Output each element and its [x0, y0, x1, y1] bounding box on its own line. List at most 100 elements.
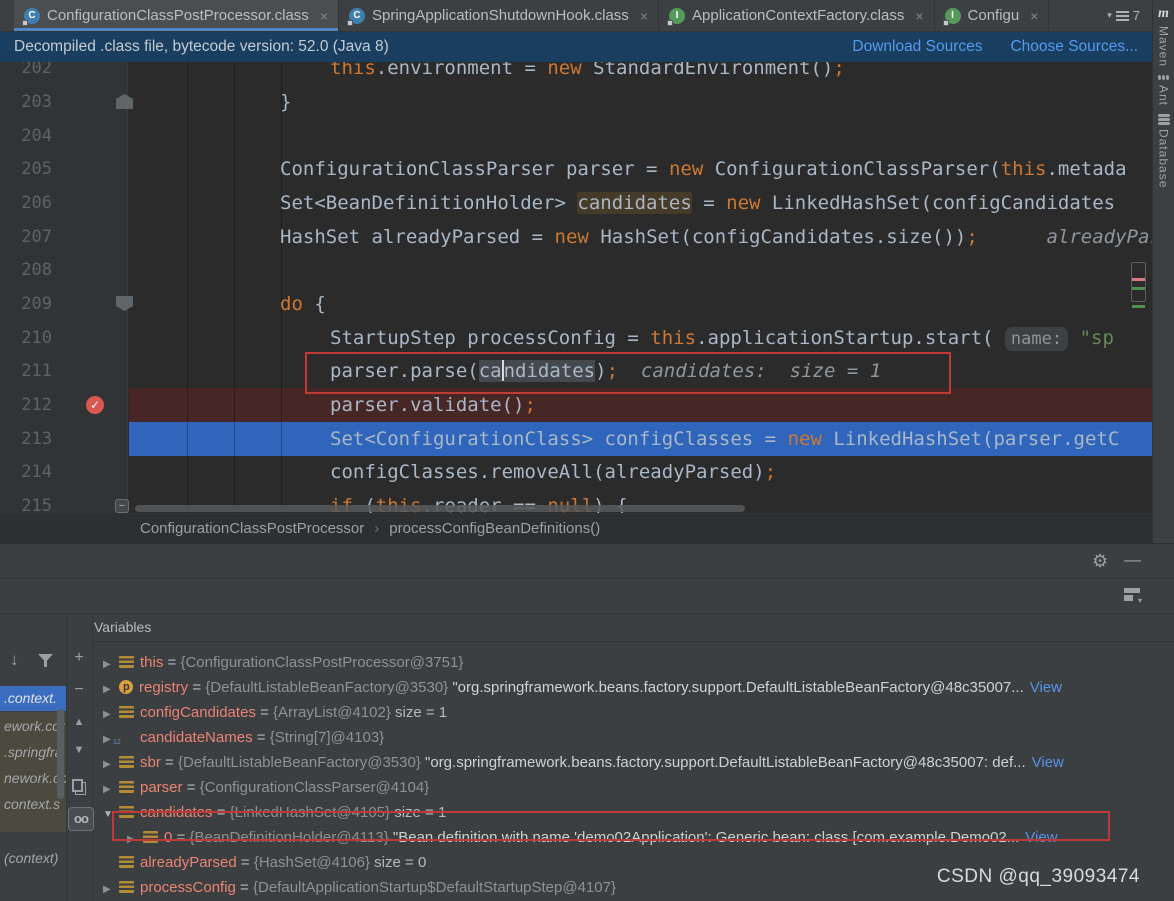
editor-tab[interactable]: CSpringApplicationShutdownHook.class×	[339, 0, 659, 31]
hidden-tabs-button[interactable]: ▾ 7	[1095, 0, 1152, 31]
equals-separator: =	[256, 704, 273, 721]
variable-row[interactable]: ▶registry = {DefaultListableBeanFactory@…	[92, 675, 1174, 700]
equals-separator: =	[161, 754, 178, 771]
horizontal-scrollbar[interactable]	[135, 505, 745, 512]
view-link[interactable]: View	[1032, 754, 1064, 771]
variable-reference: {DefaultListableBeanFactory@3530}	[205, 679, 452, 696]
variable-icon	[119, 656, 134, 668]
editor-tab[interactable]: IConfigu×	[935, 0, 1050, 31]
breadcrumb-method[interactable]: processConfigBeanDefinitions()	[389, 520, 600, 537]
chevron-right-icon[interactable]: ▶	[103, 752, 117, 775]
view-link[interactable]: View	[1030, 679, 1062, 696]
indent-guide	[187, 62, 188, 513]
layout-settings-icon[interactable]: ▾	[1124, 588, 1140, 601]
equals-separator: =	[183, 779, 200, 796]
variable-row[interactable]: ▶candidateNames = {String[7]@4103}	[92, 725, 1174, 750]
tree-indent	[103, 852, 117, 875]
annotation-box-parse-line	[305, 352, 951, 394]
choose-sources-link[interactable]: Choose Sources...	[1010, 38, 1138, 56]
code-line[interactable]: StartupStep processConfig = this.applica…	[330, 321, 1114, 355]
line-number: 205	[0, 152, 52, 186]
variable-name: candidateNames	[140, 729, 253, 746]
debug-panel: ⚙ — ▾ Variables ↓ .context.ework.cor.spr…	[0, 543, 1174, 901]
tab-variables[interactable]: Variables	[94, 619, 151, 635]
equals-separator: =	[163, 654, 180, 671]
variable-row[interactable]: ▶this = {ConfigurationClassPostProcessor…	[92, 650, 1174, 675]
tab-list-icon	[1116, 11, 1129, 21]
editor-tab[interactable]: IApplicationContextFactory.class×	[659, 0, 935, 31]
variable-name: configCandidates	[140, 704, 256, 721]
line-number: 203	[0, 85, 52, 119]
line-number: 208	[0, 253, 52, 287]
equals-separator: =	[237, 854, 254, 871]
chevron-right-icon[interactable]: ▶	[103, 702, 117, 725]
chevron-right-icon[interactable]: ▶	[103, 677, 117, 700]
line-number: 207	[0, 220, 52, 254]
chevron-right-icon[interactable]: ▶	[103, 652, 117, 675]
close-icon[interactable]: ×	[320, 8, 328, 24]
frames-scrollbar[interactable]	[57, 709, 64, 799]
code-line[interactable]: }	[280, 85, 291, 119]
line-number: 206	[0, 186, 52, 220]
variable-reference: {ConfigurationClassParser@4104}	[200, 779, 430, 796]
move-up-button[interactable]: ▲	[66, 716, 92, 728]
breadcrumb-class[interactable]: ConfigurationClassPostProcessor	[140, 520, 364, 537]
code-line[interactable]: HashSet alreadyParsed = new HashSet(conf…	[280, 220, 1152, 254]
line-number: 213	[0, 422, 52, 456]
variable-name: registry	[139, 679, 188, 696]
error-stripe-mark	[1132, 278, 1145, 281]
watermark: CSDN @qq_39093474	[937, 866, 1140, 888]
interface-file-icon: I	[669, 8, 685, 24]
close-icon[interactable]: ×	[915, 8, 923, 24]
code-line[interactable]: do {	[280, 287, 326, 321]
variable-string-value: "org.springframework.beans.factory.suppo…	[452, 679, 1023, 696]
stack-frame-item[interactable]: (context)	[0, 846, 66, 871]
variable-reference: {DefaultListableBeanFactory@3530}	[178, 754, 425, 771]
tool-button-maven[interactable]: m Maven	[1157, 6, 1171, 67]
code-line[interactable]: ConfigurationClassParser parser = new Co…	[280, 152, 1127, 186]
chevron-right-icon[interactable]: ▶	[103, 877, 117, 900]
variable-reference: {HashSet@4106}	[254, 854, 374, 871]
show-watches-toggle[interactable]: oo	[68, 807, 94, 831]
code-line[interactable]: this.environment = new StandardEnvironme…	[330, 62, 845, 85]
minimize-icon[interactable]: —	[1124, 550, 1141, 570]
line-number: 210	[0, 321, 52, 355]
move-down-button[interactable]: ▼	[66, 744, 92, 756]
collapse-fold-icon[interactable]: −	[115, 499, 129, 513]
line-number: 212	[0, 388, 52, 422]
code-line[interactable]: configClasses.removeAll(alreadyParsed);	[330, 455, 776, 489]
code-editor[interactable]: 202this.environment = new StandardEnviro…	[0, 62, 1152, 513]
filter-icon[interactable]	[38, 654, 53, 667]
database-icon	[1158, 114, 1170, 125]
tool-button-ant[interactable]: Ant	[1157, 75, 1171, 106]
sort-frames-icon[interactable]: ↓	[10, 650, 19, 670]
variable-reference: {DefaultApplicationStartup$DefaultStartu…	[253, 879, 616, 896]
gear-icon[interactable]: ⚙	[1092, 551, 1108, 572]
breakpoint-icon[interactable]: ✓	[86, 396, 104, 414]
variable-icon	[119, 706, 134, 718]
stack-frame-item[interactable]: .context.	[0, 686, 66, 711]
breadcrumb-separator-icon: ›	[374, 520, 379, 537]
variable-row[interactable]: ▶parser = {ConfigurationClassParser@4104…	[92, 775, 1174, 800]
add-watch-button[interactable]: +	[66, 649, 92, 667]
duplicate-watch-icon[interactable]	[72, 779, 83, 792]
editor-tab[interactable]: CConfigurationClassPostProcessor.class×	[14, 0, 339, 31]
variable-row[interactable]: ▶sbr = {DefaultListableBeanFactory@3530}…	[92, 750, 1174, 775]
variable-row[interactable]: ▶configCandidates = {ArrayList@4102} siz…	[92, 700, 1174, 725]
interface-file-icon: I	[945, 8, 961, 24]
chevron-right-icon[interactable]: ▶	[103, 777, 117, 800]
variable-string-value: "org.springframework.beans.factory.suppo…	[425, 754, 1026, 771]
variable-icon	[119, 781, 134, 793]
tool-button-database[interactable]: Database	[1157, 114, 1171, 188]
variable-name: alreadyParsed	[140, 854, 237, 871]
vertical-scrollbar-thumb[interactable]	[1131, 262, 1146, 302]
indent-guide	[234, 62, 235, 513]
decompiler-notification-bar: Decompiled .class file, bytecode version…	[0, 32, 1152, 62]
remove-watch-button[interactable]: −	[66, 681, 92, 699]
breadcrumb: ConfigurationClassPostProcessor › proces…	[0, 513, 1152, 543]
close-icon[interactable]: ×	[1030, 8, 1038, 24]
download-sources-link[interactable]: Download Sources	[852, 38, 982, 56]
code-line[interactable]: Set<BeanDefinitionHolder> candidates = n…	[280, 186, 1115, 220]
code-line[interactable]: Set<ConfigurationClass> configClasses = …	[330, 422, 1119, 456]
close-icon[interactable]: ×	[640, 8, 648, 24]
